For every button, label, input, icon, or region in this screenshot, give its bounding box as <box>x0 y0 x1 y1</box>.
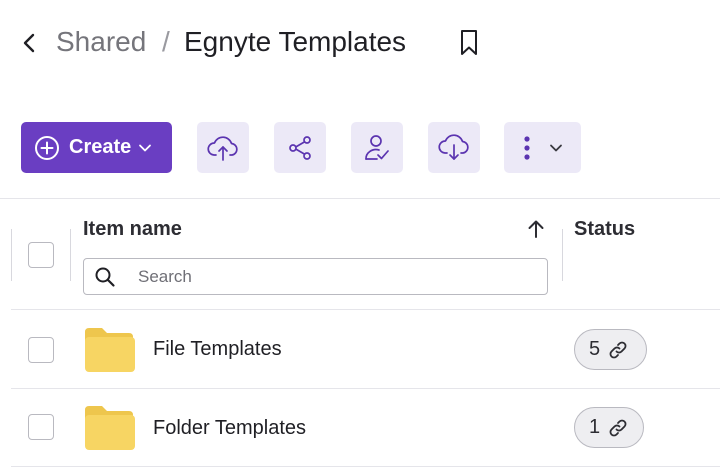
column-separator <box>11 229 12 281</box>
download-button[interactable] <box>428 122 480 173</box>
table-header: Item name Status <box>0 199 720 309</box>
row-checkbox[interactable] <box>28 337 54 363</box>
column-separator <box>562 229 563 281</box>
shared-link-count: 1 <box>589 416 601 438</box>
row-item-name[interactable]: Folder Templates <box>153 416 306 440</box>
download-cloud-icon <box>438 133 469 160</box>
chevron-left-icon <box>23 33 35 53</box>
create-button-label: Create <box>69 136 132 158</box>
status-badge[interactable]: 5 <box>574 329 647 370</box>
bookmark-button[interactable] <box>456 28 482 58</box>
toolbar: Create <box>0 122 720 174</box>
breadcrumb-separator: / <box>162 26 170 57</box>
arrow-up-icon <box>528 220 544 238</box>
status-column-header[interactable]: Status <box>574 217 635 241</box>
table-row[interactable]: Folder Templates 1 <box>0 389 720 467</box>
share-button[interactable] <box>274 122 326 173</box>
chevron-down-icon <box>549 144 562 151</box>
sort-ascending-button[interactable] <box>524 217 548 241</box>
link-icon <box>609 419 627 436</box>
share-icon <box>289 135 311 160</box>
link-icon <box>609 341 627 358</box>
page-header: Shared / Egnyte Templates <box>0 0 720 90</box>
column-separator <box>70 229 71 281</box>
row-checkbox[interactable] <box>28 414 54 440</box>
plus-circle-icon <box>35 135 59 160</box>
more-vertical-icon <box>524 135 530 160</box>
table-row[interactable]: File Templates 5 <box>0 310 720 388</box>
folder-icon <box>85 406 135 450</box>
select-all-checkbox[interactable] <box>28 242 54 268</box>
manage-access-button[interactable] <box>351 122 403 173</box>
row-divider <box>11 466 720 467</box>
page-title: Egnyte Templates <box>184 26 407 57</box>
chevron-down-icon <box>139 144 152 151</box>
more-actions-button[interactable] <box>504 122 581 173</box>
search-icon <box>95 267 115 287</box>
folder-icon <box>85 328 135 372</box>
row-item-name[interactable]: File Templates <box>153 337 282 361</box>
back-button[interactable] <box>16 28 42 58</box>
status-badge[interactable]: 1 <box>574 407 644 448</box>
user-check-icon <box>365 134 389 160</box>
item-name-column-header[interactable]: Item name <box>83 217 182 241</box>
search-input[interactable] <box>138 259 538 294</box>
bookmark-icon <box>461 30 477 55</box>
shared-link-count: 5 <box>589 338 601 360</box>
create-button[interactable]: Create <box>21 122 172 173</box>
breadcrumb-parent-link[interactable]: Shared <box>56 25 146 59</box>
upload-cloud-icon <box>207 135 238 161</box>
search-box[interactable] <box>83 258 548 295</box>
upload-button[interactable] <box>197 122 249 173</box>
